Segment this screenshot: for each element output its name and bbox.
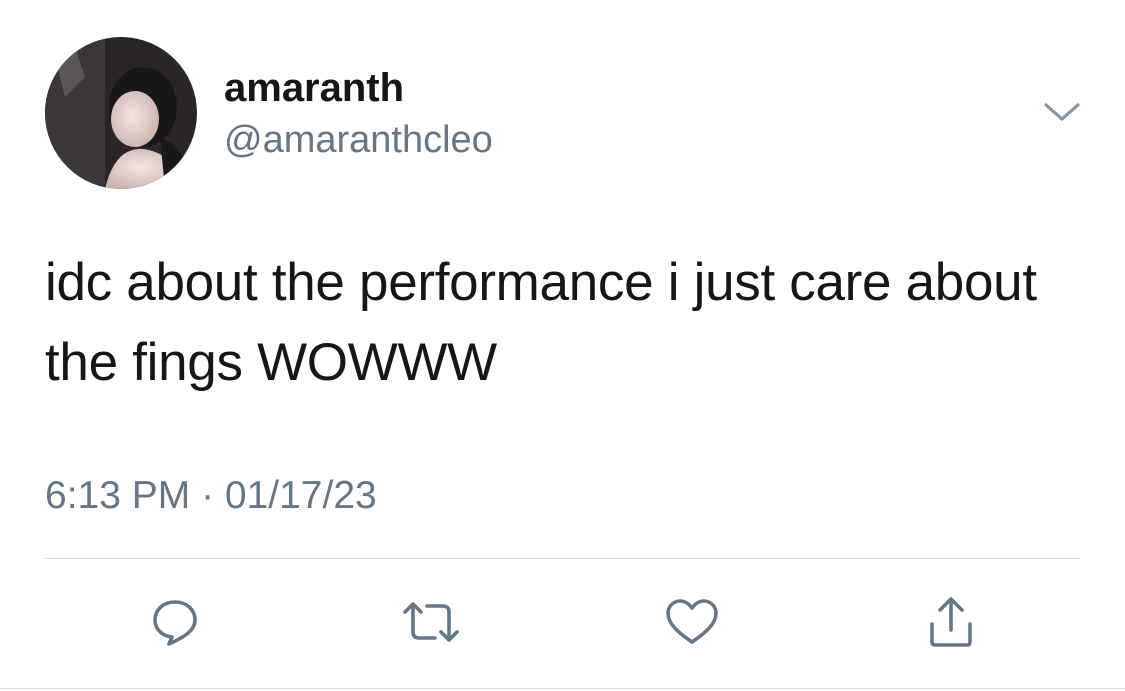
user-handle[interactable]: @amaranthcleo bbox=[224, 117, 493, 163]
share-icon bbox=[930, 597, 972, 647]
chevron-down-icon[interactable] bbox=[1040, 97, 1084, 129]
divider bbox=[45, 558, 1080, 559]
retweet-icon bbox=[403, 602, 459, 642]
tweet-timestamp[interactable]: 6:13 PM · 01/17/23 bbox=[45, 472, 377, 520]
avatar-photo bbox=[45, 37, 197, 189]
reply-icon bbox=[153, 600, 197, 646]
retweet-button[interactable] bbox=[399, 590, 463, 654]
share-button[interactable] bbox=[919, 590, 983, 654]
tweet-text: idc about the performance i just care ab… bbox=[45, 253, 1037, 392]
like-button[interactable] bbox=[660, 590, 724, 654]
reply-button[interactable] bbox=[143, 590, 207, 654]
like-icon bbox=[666, 599, 718, 644]
bottom-divider bbox=[0, 688, 1125, 689]
avatar[interactable] bbox=[45, 37, 197, 189]
display-name[interactable]: amaranth bbox=[224, 64, 404, 112]
